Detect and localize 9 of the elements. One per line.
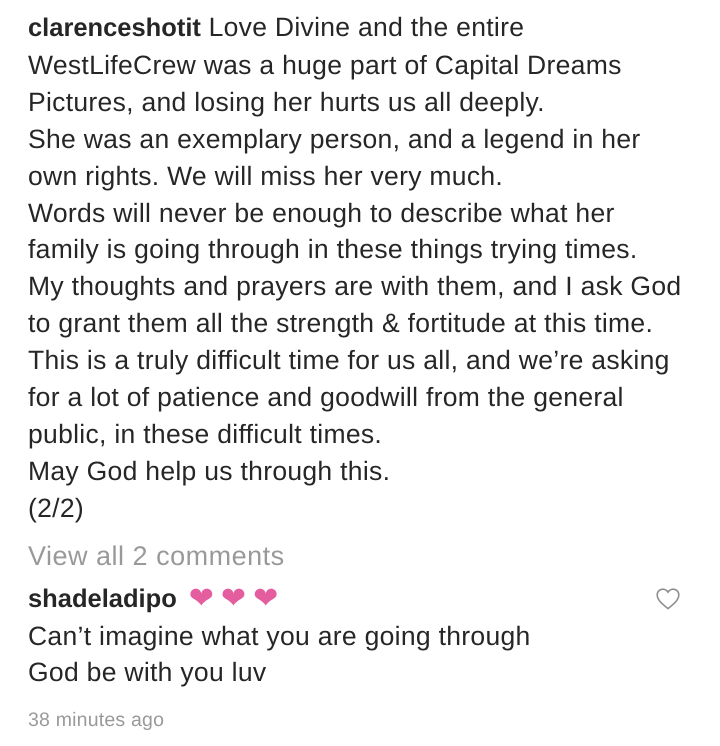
heart-icon: ❤ [253,584,278,614]
username-link[interactable]: shadeladipo [28,580,177,618]
heart-icon: ❤ [188,584,214,614]
heart-icon[interactable] [656,588,680,610]
username-link[interactable]: clarenceshotit [28,14,201,42]
timestamp: 38 minutes ago [28,708,164,732]
comment-text: Can’t imagine what you are going through God be with you luv [28,620,532,690]
caption-text: clarenceshotit Love Divine and the entire WestLifeCrew was a huge part of Capital Dreams Pictures, and losing her hurts us all deeply. She was an exemplary person, and a legend in her own rights. We will miss her very much. Words will never be enough to describe what her family is going through in these things trying times. My thoughts and prayers are with them, and I ask God to grant them all the strength & fortitude at this time. This is a truly difficult time for us all, and we’re asking for a lot of patience and goodwill from the general public, in these difficult times. May God help us through this. (2/2) [28,11,682,525]
heart-icon: ❤ [220,584,246,614]
